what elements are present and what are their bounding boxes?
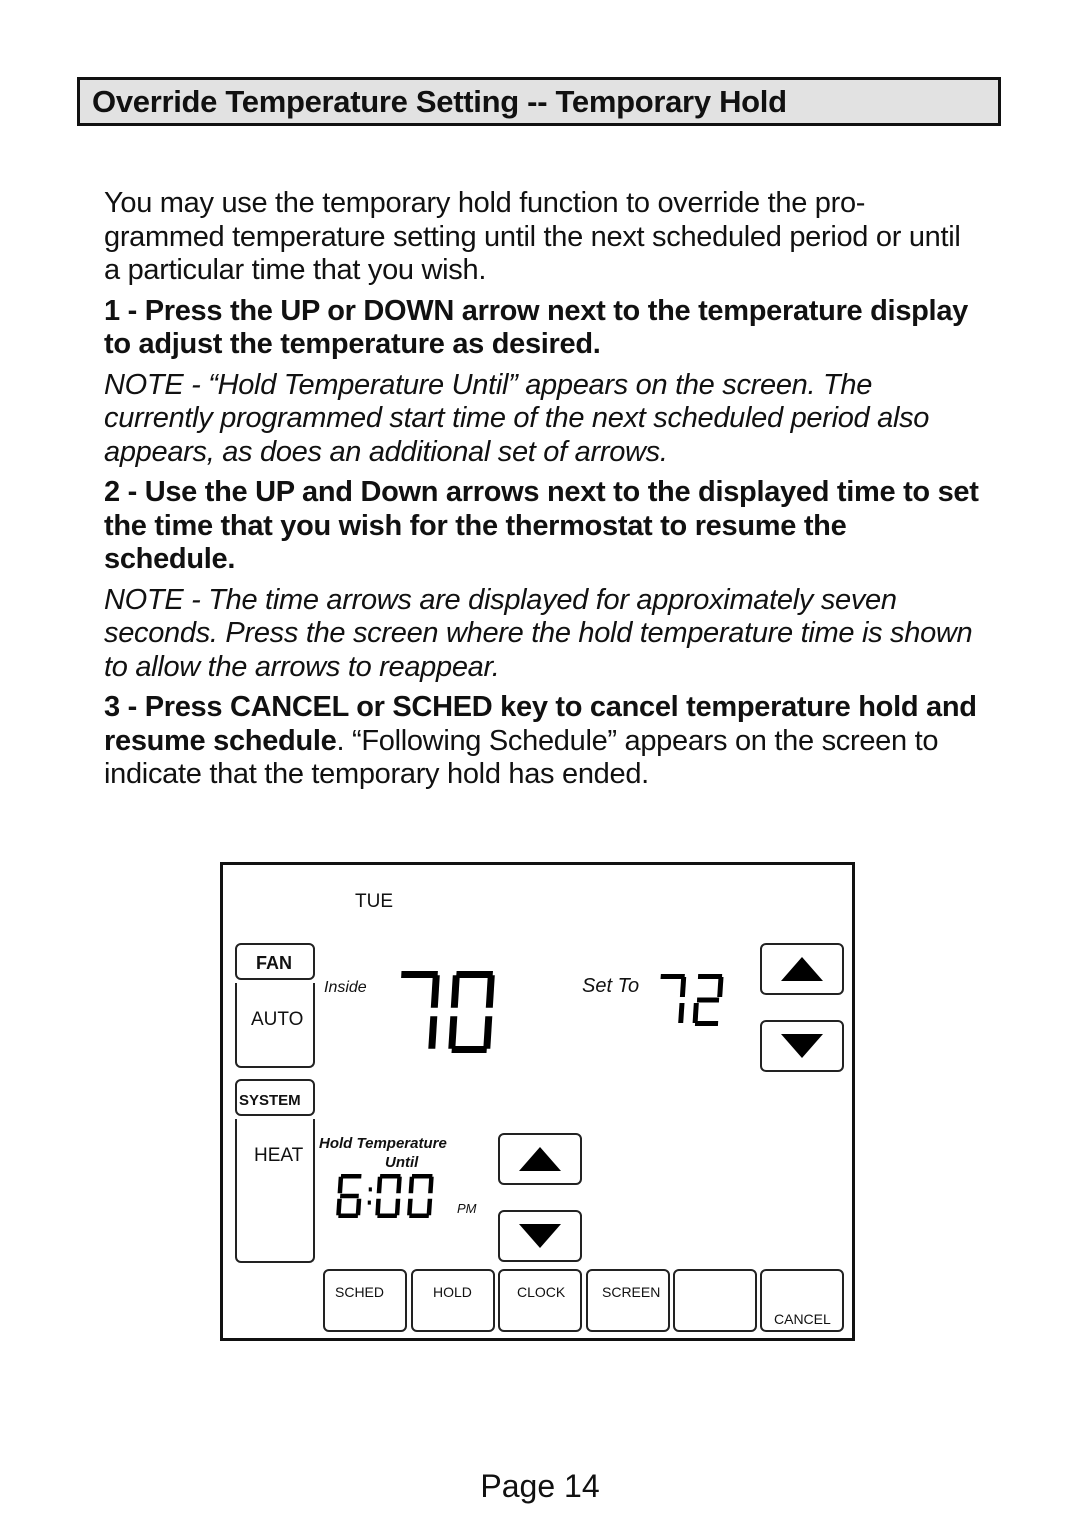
segment-c-digit-0 — [428, 1016, 438, 1049]
segment-b-digit-0 — [430, 975, 440, 1008]
segment-c-digit-2 — [394, 1198, 401, 1216]
screen-key[interactable]: SCREEN — [586, 1269, 670, 1332]
segment-e-digit-1 — [448, 1016, 458, 1049]
fan-mode-value: AUTO — [251, 1009, 304, 1030]
hold-key-label: HOLD — [433, 1284, 472, 1300]
segment-d-digit-0 — [338, 1213, 358, 1218]
system-label: SYSTEM — [239, 1092, 301, 1109]
time-down-button[interactable] — [498, 1210, 582, 1262]
note-2: NOTE - The time arrows are displayed for… — [104, 583, 973, 683]
set-to-label: Set To — [582, 975, 640, 997]
up-arrow-icon — [781, 957, 823, 981]
segment-c-digit-0 — [355, 1198, 362, 1216]
segment-c-digit-1 — [483, 1016, 493, 1049]
segment-e-digit-2 — [375, 1198, 381, 1216]
page-number: Page 14 — [480, 1468, 600, 1504]
down-arrow-icon — [519, 1224, 561, 1248]
segment-b-digit-3 — [428, 1176, 434, 1194]
hold-time-display[interactable] — [336, 1174, 456, 1224]
segment-f-digit-0 — [337, 1176, 344, 1194]
segment-g-digit-0 — [340, 1193, 359, 1199]
clock-key-label: CLOCK — [517, 1284, 566, 1300]
system-mode-display[interactable]: HEAT — [235, 1119, 315, 1263]
fan-button[interactable]: FAN — [235, 943, 315, 980]
segment-c-digit-0 — [678, 1003, 685, 1023]
colon-dot — [367, 1200, 371, 1205]
step-3: 3 - Press CANCEL or SCHED key to cancel … — [104, 691, 984, 792]
colon-dot — [368, 1187, 372, 1192]
intro-paragraph: You may use the temporary hold function … — [104, 187, 961, 286]
temp-up-button[interactable] — [760, 943, 844, 995]
segment-a-digit-0 — [401, 971, 438, 978]
inside-label: Inside — [324, 979, 367, 996]
segment-d-digit-1 — [451, 1046, 487, 1053]
instructions: You may use the temporary hold function … — [104, 187, 984, 799]
screen-key-label: SCREEN — [602, 1284, 661, 1300]
hold-ampm: PM — [457, 1201, 477, 1216]
up-arrow-icon — [519, 1147, 561, 1171]
segment-f-digit-3 — [408, 1176, 415, 1194]
hold-key[interactable]: HOLD — [411, 1269, 495, 1332]
day-label: TUE — [355, 891, 393, 912]
step-2: 2 - Use the UP and Down arrows next to t… — [104, 476, 979, 575]
segment-e-digit-3 — [407, 1198, 413, 1216]
note-1: NOTE - “Hold Temperature Until” appears … — [104, 368, 930, 468]
segment-d-digit-1 — [694, 1021, 719, 1026]
time-up-button[interactable] — [498, 1133, 582, 1185]
segment-d-digit-2 — [377, 1213, 398, 1218]
inside-temperature-display — [401, 971, 495, 1053]
down-arrow-icon — [781, 1034, 823, 1058]
section-title: Override Temperature Setting -- Temporar… — [92, 84, 787, 119]
hold-label-line1: Hold Temperature — [319, 1135, 447, 1152]
fan-label: FAN — [256, 953, 292, 973]
segment-e-digit-0 — [336, 1198, 342, 1216]
segment-f-digit-1 — [450, 975, 460, 1008]
thermostat-screen: TUE FAN AUTO SYSTEM HEAT Inside Set To H… — [220, 862, 855, 1341]
segment-a-digit-0 — [340, 1174, 362, 1179]
segment-g-digit-1 — [696, 997, 720, 1003]
clock-key[interactable]: CLOCK — [498, 1269, 582, 1332]
segment-c-digit-3 — [426, 1198, 433, 1216]
fan-mode-display[interactable]: AUTO — [235, 983, 315, 1068]
cancel-key[interactable]: CANCEL — [760, 1269, 844, 1332]
blank-key[interactable] — [673, 1269, 757, 1332]
section-header: Override Temperature Setting -- Temporar… — [77, 77, 1001, 126]
segment-b-digit-1 — [717, 977, 724, 997]
segment-b-digit-0 — [679, 977, 687, 997]
segment-f-digit-2 — [376, 1176, 383, 1194]
segment-b-digit-1 — [485, 975, 495, 1008]
segment-b-digit-2 — [396, 1176, 402, 1194]
sched-key[interactable]: SCHED — [323, 1269, 407, 1332]
segment-e-digit-1 — [692, 1003, 699, 1023]
sched-key-label: SCHED — [335, 1284, 385, 1300]
step-1: 1 - Press the UP or DOWN arrow next to t… — [104, 294, 968, 361]
cancel-key-label: CANCEL — [774, 1311, 831, 1327]
hold-label-line2: Until — [385, 1154, 419, 1171]
temp-down-button[interactable] — [760, 1020, 844, 1072]
system-button[interactable]: SYSTEM — [235, 1079, 315, 1116]
segment-d-digit-3 — [409, 1213, 429, 1218]
segment-a-digit-1 — [456, 971, 493, 978]
set-to-temperature-display — [660, 974, 724, 1026]
system-mode-value: HEAT — [254, 1145, 304, 1166]
